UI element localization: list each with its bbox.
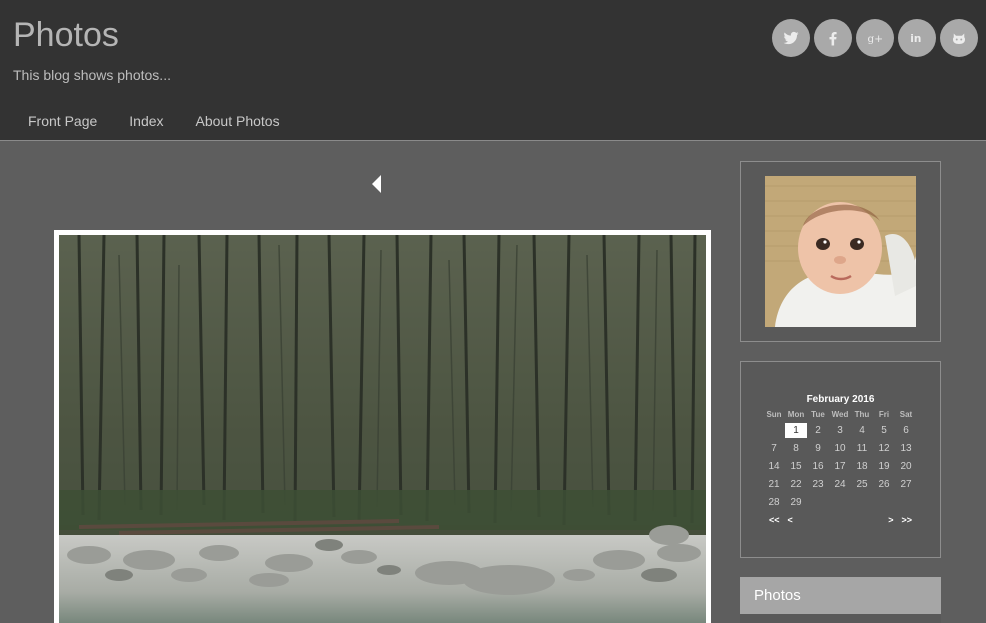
triangle-left-icon[interactable] <box>370 174 382 194</box>
calendar-caption: February 2016 <box>806 394 875 405</box>
calendar-day[interactable]: 20 <box>895 461 917 472</box>
svg-text:g+: g+ <box>868 33 884 45</box>
calendar-day[interactable]: 18 <box>851 461 873 472</box>
calendar-widget: February 2016 Sun Mon Tue Wed Thu Fri Sa… <box>740 361 941 558</box>
forest-river-photo[interactable] <box>59 235 706 623</box>
nav-about-photos[interactable]: About Photos <box>180 105 296 137</box>
calendar-week-row: 14 15 16 17 18 19 20 <box>763 457 918 475</box>
main-nav: Front Page Index About Photos <box>12 105 296 137</box>
calendar-nav: << < > >> <box>763 511 918 529</box>
calendar-day[interactable]: 27 <box>895 479 917 490</box>
nav-index[interactable]: Index <box>113 105 179 137</box>
calendar-day[interactable]: 24 <box>829 479 851 490</box>
avatar <box>765 176 916 327</box>
calendar-week-row: 123456 <box>763 421 918 439</box>
baby-portrait-photo <box>765 176 916 327</box>
calendar-weekdays: Sun Mon Tue Wed Thu Fri Sat <box>763 407 918 421</box>
calendar-prev-button[interactable]: < <box>788 515 793 525</box>
weekday-label: Thu <box>854 409 870 419</box>
site-title[interactable]: Photos <box>13 16 119 55</box>
calendar-day[interactable]: 9 <box>807 443 829 454</box>
calendar-day[interactable]: 25 <box>851 479 873 490</box>
calendar-day[interactable]: 13 <box>895 443 917 454</box>
calendar-week-row: 28 29 <box>763 493 918 511</box>
calendar-day[interactable]: 4 <box>851 425 873 436</box>
calendar-day[interactable]: 11 <box>851 443 873 454</box>
social-links: g+ in <box>772 19 978 57</box>
calendar-day[interactable]: 19 <box>873 461 895 472</box>
calendar-day[interactable]: 26 <box>873 479 895 490</box>
calendar-day[interactable]: 21 <box>763 479 785 490</box>
nav-front-page[interactable]: Front Page <box>12 105 113 137</box>
calendar-day[interactable]: 2 <box>807 425 829 436</box>
site-header: Photos This blog shows photos... g+ in F… <box>0 0 986 141</box>
twitter-icon[interactable] <box>772 19 810 57</box>
avatar-widget <box>740 161 941 342</box>
photos-widget: Photos <box>740 577 941 623</box>
calendar-days: 1 2 3 4 5 6 7 8 9 10 11 12 13 14 15 16 17 18 19 20 21 22 23 24 2… <box>763 421 918 511</box>
calendar-day[interactable]: 16 <box>807 461 829 472</box>
calendar-last-button[interactable]: >> <box>901 515 912 525</box>
calendar-day[interactable]: 12 <box>873 443 895 454</box>
calendar-day[interactable]: 5 <box>873 425 895 436</box>
calendar: February 2016 Sun Mon Tue Wed Thu Fri Sa… <box>763 393 918 529</box>
photos-widget-title[interactable]: Photos <box>740 577 941 614</box>
calendar-day[interactable]: 7 <box>763 443 785 454</box>
calendar-week-row: 21 22 23 24 25 26 27 <box>763 475 918 493</box>
calendar-day[interactable]: 22 <box>785 479 807 490</box>
calendar-day[interactable]: 6 <box>895 425 917 436</box>
weekday-label: Sat <box>899 409 913 419</box>
weekday-label: Mon <box>787 409 805 419</box>
google-plus-icon[interactable]: g+ <box>856 19 894 57</box>
calendar-day[interactable]: 23 <box>807 479 829 490</box>
linkedin-icon[interactable]: in <box>898 19 936 57</box>
calendar-day[interactable]: 3 <box>829 425 851 436</box>
calendar-day[interactable]: 10 <box>829 443 851 454</box>
calendar-first-button[interactable]: << <box>769 515 780 525</box>
calendar-week-row: 7 8 9 10 11 12 13 <box>763 439 918 457</box>
weekday-label: Sun <box>766 409 782 419</box>
svg-text:in: in <box>910 33 921 45</box>
site-description: This blog shows photos... <box>13 67 171 83</box>
facebook-icon[interactable] <box>814 19 852 57</box>
calendar-day[interactable]: 28 <box>763 497 785 508</box>
calendar-day[interactable]: 1 <box>785 422 807 438</box>
calendar-day[interactable]: 8 <box>785 443 807 454</box>
calendar-day[interactable]: 14 <box>763 461 785 472</box>
post-photo-frame <box>54 230 711 623</box>
calendar-next-button[interactable]: > <box>888 515 893 525</box>
github-icon[interactable] <box>940 19 978 57</box>
calendar-day[interactable]: 17 <box>829 461 851 472</box>
weekday-label: Tue <box>811 409 825 419</box>
calendar-day[interactable]: 15 <box>785 461 807 472</box>
weekday-label: Wed <box>831 409 849 419</box>
weekday-label: Fri <box>878 409 890 419</box>
calendar-day[interactable]: 29 <box>785 497 807 508</box>
